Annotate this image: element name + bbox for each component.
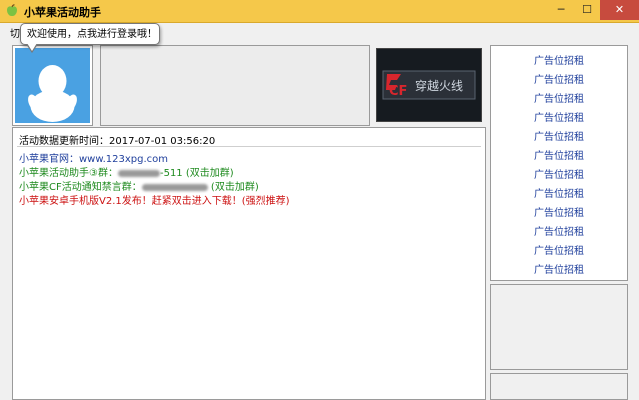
- activity-content-box[interactable]: 活动数据更新时间：2017-07-01 03:56:20 小苹果官网：www.1…: [12, 127, 486, 400]
- close-button[interactable]: ✕: [600, 0, 639, 20]
- window-title: 小苹果活动助手: [24, 6, 101, 19]
- minimize-button[interactable]: ─: [548, 0, 574, 20]
- redacted-number: [117, 169, 160, 177]
- ad-item[interactable]: 广告位招租: [491, 223, 627, 238]
- ad-item[interactable]: 广告位招租: [491, 166, 627, 181]
- ad-item[interactable]: 广告位招租: [491, 185, 627, 200]
- ad-item[interactable]: 广告位招租: [491, 261, 627, 276]
- list-item-qq-group-3[interactable]: 小苹果活动助手③群： -511 (双击加群): [19, 164, 234, 179]
- ad-item[interactable]: 广告位招租: [491, 147, 627, 162]
- menu-item-switch[interactable]: 切: [10, 25, 20, 40]
- welcome-tooltip[interactable]: 欢迎使用，点我进行登录哦！: [20, 23, 160, 45]
- ad-item[interactable]: 广告位招租: [491, 71, 627, 86]
- ad-item[interactable]: 广告位招租: [491, 128, 627, 143]
- ad-panel: 广告位招租 广告位招租 广告位招租 广告位招租 广告位招租 广告位招租 广告位招…: [490, 45, 628, 281]
- ad-item[interactable]: 广告位招租: [491, 90, 627, 105]
- ad-item[interactable]: 广告位招租: [491, 242, 627, 257]
- avatar[interactable]: [12, 45, 93, 126]
- qq-penguin-icon: [28, 65, 77, 122]
- ad-slot-empty[interactable]: [490, 373, 628, 400]
- avatar-background: [15, 48, 90, 123]
- tooltip-tail-inner: [27, 43, 37, 51]
- ad-slot-empty[interactable]: [490, 284, 628, 370]
- crossfire-logo-icon: CF 穿越火线: [382, 70, 476, 100]
- list-item-notice-group[interactable]: 小苹果CF活动通知禁言群： (双击加群): [19, 178, 259, 193]
- ad-item[interactable]: 广告位招租: [491, 52, 627, 67]
- crossfire-logo[interactable]: CF 穿越火线: [376, 48, 482, 122]
- crossfire-text: 穿越火线: [415, 78, 463, 93]
- account-info-panel: [100, 45, 370, 126]
- maximize-button[interactable]: ☐: [574, 0, 600, 20]
- cf-text: CF: [389, 84, 407, 99]
- update-time-line: 活动数据更新时间：2017-07-01 03:56:20: [19, 132, 215, 147]
- apple-icon: [7, 4, 17, 17]
- divider: [17, 146, 481, 147]
- title-bar: 小苹果活动助手 ─ ☐ ✕: [0, 0, 639, 23]
- ad-item[interactable]: 广告位招租: [491, 109, 627, 124]
- redacted-number: [141, 183, 208, 191]
- list-item-official-site[interactable]: 小苹果官网：www.123xpg.com: [19, 150, 168, 165]
- list-item-android-release[interactable]: 小苹果安卓手机版V2.1发布！赶紧双击进入下载！(强烈推荐): [19, 192, 290, 207]
- ad-item[interactable]: 广告位招租: [491, 204, 627, 219]
